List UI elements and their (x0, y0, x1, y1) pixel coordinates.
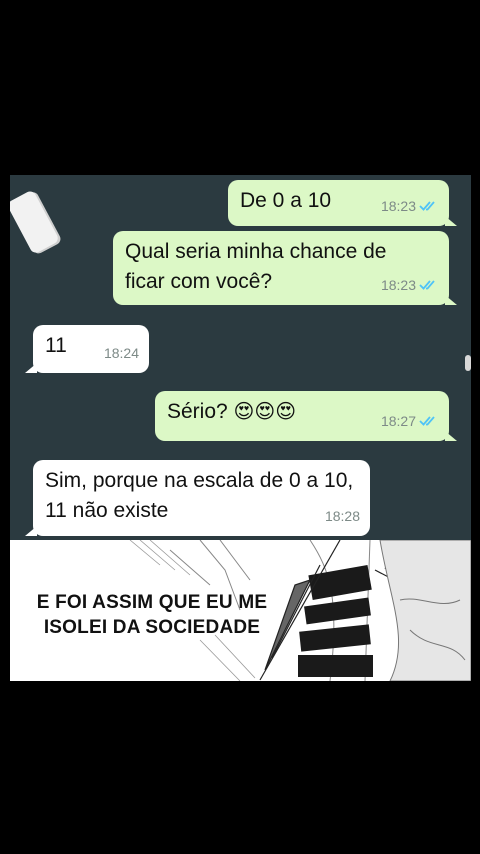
screenshot-frame: De 0 a 10 18:23 Qual seria minha chance … (10, 175, 471, 681)
message-text: De 0 a 10 (240, 189, 332, 212)
message-meta: 18:27 (381, 406, 439, 436)
message-meta: 18:23 (381, 270, 439, 300)
message-incoming[interactable]: 11 18:24 (25, 325, 149, 373)
double-check-icon (419, 416, 435, 426)
message-text: Qual seria minha chance de ficar com voc… (125, 240, 387, 293)
edge-decoration (465, 355, 471, 371)
double-check-icon (419, 201, 435, 211)
double-check-icon (419, 280, 435, 290)
message-text: Sério? (167, 400, 228, 423)
message-time: 18:28 (324, 508, 360, 524)
message-time: 18:23 (380, 198, 416, 214)
message-text: 11 (45, 334, 67, 357)
message-meta: 18:24 (104, 338, 139, 368)
message-outgoing[interactable]: Sério? 😍😍😍 18:27 (155, 391, 457, 441)
paper-scrap-decoration (10, 189, 60, 255)
message-time: 18:23 (380, 277, 416, 293)
caption-line: ISOLEI DA SOCIEDADE (43, 617, 261, 638)
message-meta: 18:23 (381, 191, 439, 221)
message-text: Sim, porque na escala de 0 a 10, 11 não … (45, 469, 354, 522)
meme-caption: E FOI ASSIM QUE EU ME ISOLEI DA SOCIEDAD… (22, 590, 282, 640)
message-time: 18:24 (103, 345, 139, 361)
message-incoming[interactable]: Sim, porque na escala de 0 a 10, 11 não … (25, 460, 370, 536)
meme-image: E FOI ASSIM QUE EU ME ISOLEI DA SOCIEDAD… (10, 540, 471, 681)
message-outgoing[interactable]: De 0 a 10 18:23 (228, 180, 457, 226)
message-time: 18:27 (380, 413, 416, 429)
heart-eyes-emoji: 😍😍😍 (233, 401, 297, 423)
message-outgoing[interactable]: Qual seria minha chance de ficar com voc… (113, 231, 457, 305)
message-meta: 18:28 (325, 501, 360, 531)
caption-line: E FOI ASSIM QUE EU ME (36, 592, 268, 613)
chat-area: De 0 a 10 18:23 Qual seria minha chance … (10, 175, 471, 540)
